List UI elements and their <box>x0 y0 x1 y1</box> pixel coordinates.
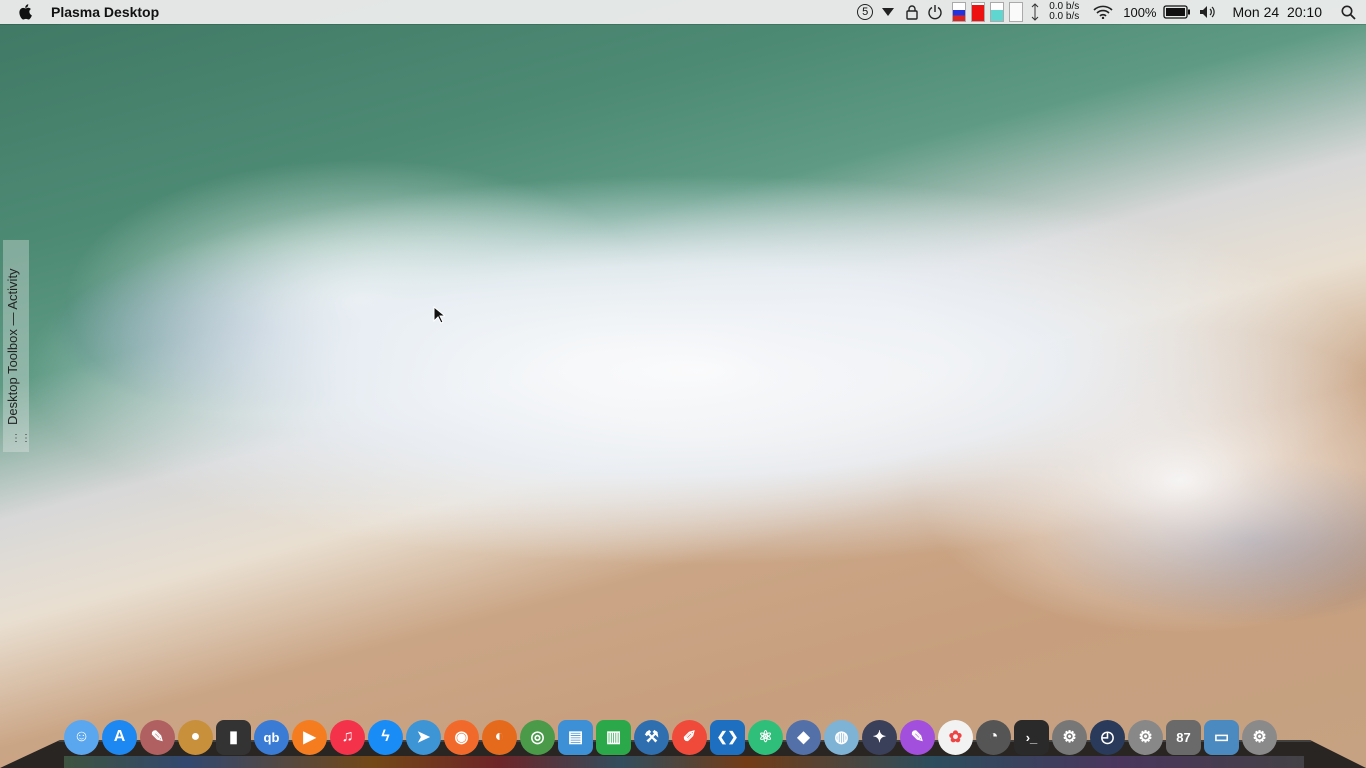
dock-icon-glyph: 87 <box>1176 729 1191 745</box>
battery-icon[interactable] <box>1160 0 1194 24</box>
dock-icon-glyph: ⚙ <box>1138 729 1153 746</box>
dock-icon-glyph: ❮❯ <box>716 729 739 744</box>
dock-icon-glyph: ◎ <box>530 729 545 746</box>
dock-icon-glyph: ◔ <box>988 728 999 745</box>
dock-photoscape-icon[interactable]: ◔ <box>976 719 1011 755</box>
swap-bar-icon <box>989 2 1004 22</box>
cpu-bar-icon <box>951 2 966 22</box>
dock-icon-glyph: ◴ <box>1100 729 1115 746</box>
dock-icon-glyph: ◉ <box>454 729 469 746</box>
dock-icon-glyph: qb <box>263 729 280 745</box>
dock-icon-glyph: ✐ <box>682 729 697 746</box>
dock-icon-glyph: ● <box>190 728 201 745</box>
dock-trash-icon[interactable]: 87 <box>1166 719 1201 755</box>
dock-icon-glyph: ⚒ <box>644 729 659 746</box>
battery-percent: 100% <box>1123 4 1157 20</box>
dock-music-icon[interactable]: ♫ <box>330 719 365 755</box>
desktop-toolbox-label[interactable]: Desktop Toolbox — Activity <box>5 245 20 425</box>
dock-xcode-icon[interactable]: ⚒ <box>634 719 669 755</box>
power-icon[interactable] <box>923 0 947 24</box>
caret-down-icon[interactable] <box>875 0 901 24</box>
dock-icon-glyph: ◐ <box>494 728 505 745</box>
dock-vscode-icon[interactable]: ❮❯ <box>710 719 745 755</box>
disk-bar-icon <box>1008 2 1023 22</box>
app-title[interactable]: Plasma Desktop <box>51 4 159 20</box>
dock-atom-icon[interactable]: ⚛ <box>748 719 783 755</box>
dock-icon-glyph: ✿ <box>948 729 963 746</box>
dock-safari-icon[interactable]: ✦ <box>862 719 897 755</box>
dock-icon-glyph: ◆ <box>797 729 810 746</box>
network-arrows-icon[interactable] <box>1027 0 1043 24</box>
dock-telegram-icon[interactable]: ➤ <box>406 719 441 755</box>
dock-icon-glyph: ▶ <box>303 729 316 746</box>
dock-icon-glyph: ϟ <box>381 728 390 745</box>
dock-numbers-icon[interactable]: ▥ <box>596 719 631 755</box>
dock-icon-glyph: ✦ <box>872 729 887 746</box>
clock[interactable]: Mon 24 20:10 <box>1232 4 1322 20</box>
apple-menu-icon[interactable] <box>18 3 34 21</box>
dock-pencil-icon[interactable]: ✐ <box>672 719 707 755</box>
dock-icon-glyph: ✎ <box>150 729 165 746</box>
badge-number: 5 <box>857 4 874 20</box>
dock-icon-glyph: ⚙ <box>1062 729 1077 746</box>
toolbox-handle-icon[interactable]: ⋮⋮ <box>11 433 31 444</box>
dock-notes-icon[interactable]: ✎ <box>140 719 175 755</box>
dock-icon-glyph: ›_ <box>1025 729 1038 745</box>
dock-icon-glyph: ☺ <box>73 728 90 745</box>
dock-kdeconnect-icon[interactable]: ◆ <box>786 719 821 755</box>
dock-icon-glyph: ⚛ <box>758 729 773 746</box>
dock-folder-icon[interactable]: ▭ <box>1204 719 1239 755</box>
dock-preview-icon[interactable]: ▤ <box>558 719 593 755</box>
dock-firefox-icon[interactable]: ◐ <box>482 719 517 755</box>
notification-badge-icon[interactable]: 5 <box>855 0 875 24</box>
volume-icon[interactable] <box>1194 0 1222 24</box>
dock-settings-1-icon[interactable]: ⚙ <box>1052 719 1087 755</box>
network-speed: 0.0 b/s 0.0 b/s <box>1049 2 1079 22</box>
dock-icon-glyph: ▤ <box>567 729 584 746</box>
dock-finder-icon[interactable]: ☺ <box>64 719 99 755</box>
dock-icon-glyph: ▮ <box>229 729 238 746</box>
top-menubar: Plasma Desktop 5 0.0 b/s 0.0 b/s 100% Mo… <box>0 0 1366 24</box>
dock-settings-2-icon[interactable]: ⚙ <box>1128 719 1163 755</box>
mouse-cursor-icon <box>433 305 447 329</box>
lock-icon[interactable] <box>901 0 923 24</box>
dock-reflection <box>64 756 1304 768</box>
dock-icon-glyph: ✎ <box>910 729 925 746</box>
dock-terminal-icon[interactable]: ›_ <box>1014 719 1049 755</box>
wifi-icon[interactable] <box>1087 0 1119 24</box>
dock-settings-3-icon[interactable]: ⚙ <box>1242 719 1277 755</box>
dock-phone-icon[interactable]: ▮ <box>216 719 251 755</box>
dock-icon-glyph: ▥ <box>605 729 622 746</box>
system-tray: 5 0.0 b/s 0.0 b/s 100% Mon 24 20:10 <box>855 0 1366 24</box>
dock-contacts-icon[interactable]: ● <box>178 719 213 755</box>
search-icon[interactable] <box>1334 0 1362 24</box>
dock-messenger-icon[interactable]: ϟ <box>368 719 403 755</box>
dock-icon-glyph: ♫ <box>341 728 354 745</box>
dock-icon-glyph: ➤ <box>416 729 431 746</box>
dock-photos-icon[interactable]: ✿ <box>938 719 973 755</box>
memory-bar-icon <box>970 2 985 22</box>
dock-rss-icon[interactable]: ◉ <box>444 719 479 755</box>
dock: ☺ A ✎ ● ▮ qb ▶ ♫ ϟ ➤ ◉ ◐ ◎ ▤ ▥ ⚒ ✐ ❮❯ ⚛ ◆ ◍ ✦ ✎ ✿ ◔ ›_ ⚙ ◴ ⚙ 87 ▭ ⚙ <box>64 718 1277 756</box>
dock-speedometer-icon[interactable]: ◴ <box>1090 719 1125 755</box>
dock-qbittorrent-icon[interactable]: qb <box>254 719 289 755</box>
resource-monitor[interactable] <box>947 0 1027 24</box>
dock-brush-icon[interactable]: ✎ <box>900 719 935 755</box>
net-up: 0.0 b/s <box>1049 11 1080 22</box>
dock-chrome-icon[interactable]: ◎ <box>520 719 555 755</box>
dock-mirror-icon[interactable]: ◍ <box>824 719 859 755</box>
dock-icon-glyph: A <box>113 728 126 745</box>
dock-icon-glyph: ◍ <box>834 729 849 746</box>
dock-infuse-icon[interactable]: ▶ <box>292 719 327 755</box>
dock-icon-glyph: ▭ <box>1213 729 1230 746</box>
dock-icon-glyph: ⚙ <box>1252 729 1267 746</box>
dock-app-store-icon[interactable]: A <box>102 719 137 755</box>
